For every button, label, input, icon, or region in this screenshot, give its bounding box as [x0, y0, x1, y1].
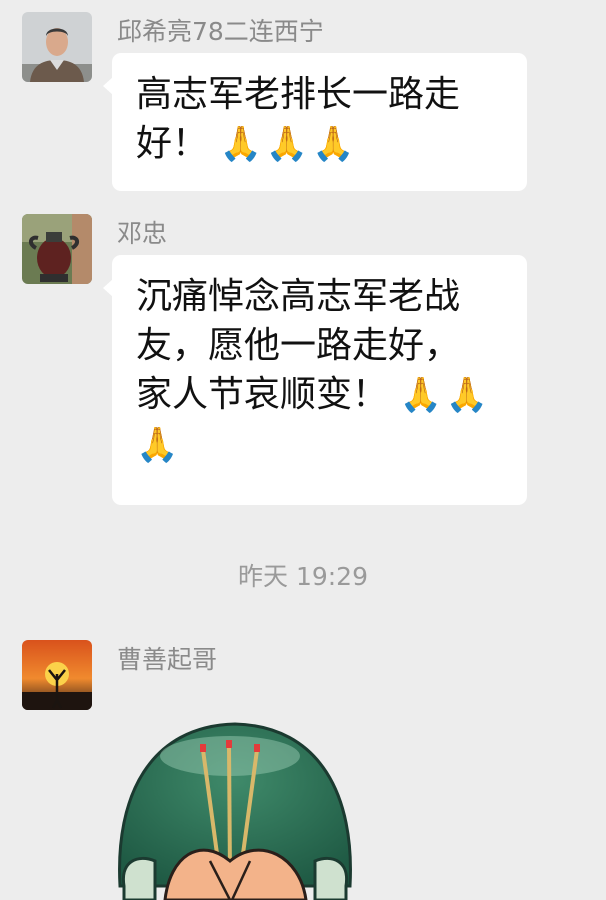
sender-name: 曹善起哥 — [117, 645, 218, 674]
folded-hands-emoji: 🙏 — [136, 425, 183, 465]
timestamp: 昨天 19:29 — [238, 562, 368, 591]
avatar[interactable] — [22, 640, 92, 710]
message-bubble[interactable]: 沉痛悼念高志军老战 友，愿他一路走好， 家人节哀顺变！ 🙏🙏 🙏 — [103, 255, 527, 505]
message-text-line: 沉痛悼念高志军老战 — [136, 276, 461, 317]
message-text: 家人节哀顺变！ — [136, 374, 389, 415]
avatar[interactable] — [22, 12, 92, 82]
folded-hands-emoji: 🙏🙏🙏 — [219, 124, 359, 164]
message-text-line: 🙏 — [136, 420, 505, 470]
sender-name: 邱希亮78二连西宁 — [117, 17, 324, 46]
avatar[interactable] — [22, 214, 92, 284]
praying-incense-sticker[interactable] — [110, 686, 360, 900]
chat-view: 邱希亮78二连西宁 高志军老排长一路走好！ 🙏🙏🙏 邓忠 沉痛悼念高志军老战 友… — [0, 0, 606, 900]
sender-name: 邓忠 — [117, 219, 168, 248]
message-text-line: 家人节哀顺变！ 🙏🙏 — [136, 370, 505, 420]
message-text-line: 友，愿他一路走好， — [136, 325, 461, 366]
folded-hands-emoji: 🙏🙏 — [399, 375, 493, 415]
message-bubble[interactable]: 高志军老排长一路走好！ 🙏🙏🙏 — [103, 53, 527, 191]
